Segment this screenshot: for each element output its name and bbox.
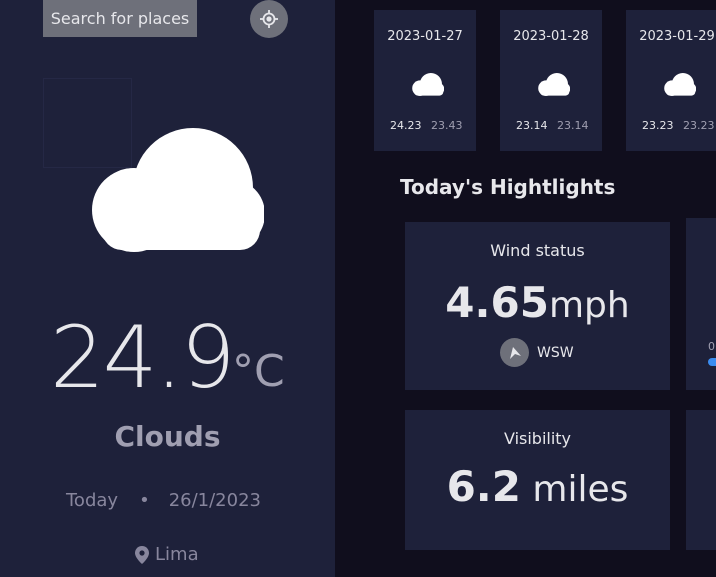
wind-status-card: Wind status 4.65mph WSW bbox=[405, 222, 670, 390]
wind-value-row: 4.65mph bbox=[405, 278, 670, 327]
cloud-icon bbox=[92, 128, 264, 252]
forecast-min: 23.43 bbox=[431, 119, 463, 132]
visibility-label: Visibility bbox=[503, 429, 572, 448]
forecast-date: 2023-01-28 bbox=[513, 29, 589, 44]
wind-direction-circle bbox=[500, 338, 529, 367]
location: Lima bbox=[135, 544, 199, 565]
cloud-icon bbox=[664, 73, 696, 96]
current-date: 26/1/2023 bbox=[168, 490, 261, 511]
temperature-unit: °C bbox=[232, 346, 285, 397]
search-places-button[interactable]: Search for places bbox=[43, 0, 197, 37]
visibility-unit: miles bbox=[520, 469, 629, 510]
location-pin-icon bbox=[135, 545, 149, 564]
cloud-icon bbox=[538, 73, 570, 96]
sidebar: Search for places 24.9 °C Clouds Today •… bbox=[0, 0, 335, 577]
humidity-scale-start: 0 bbox=[708, 340, 715, 353]
navigation-arrow-icon bbox=[509, 346, 521, 359]
highlights-title: Today's Hightlights bbox=[400, 175, 616, 199]
visibility-value-row: 6.2 miles bbox=[405, 462, 670, 511]
temperature-value: 24.9 bbox=[50, 308, 235, 408]
cloud-icon bbox=[412, 73, 444, 96]
locate-me-button[interactable] bbox=[250, 0, 288, 38]
date-prefix: Today bbox=[66, 490, 119, 511]
forecast-min: 23.23 bbox=[683, 119, 715, 132]
forecast-max: 23.14 bbox=[516, 119, 548, 132]
humidity-progress-bar bbox=[708, 358, 716, 366]
wind-direction-label: WSW bbox=[537, 344, 574, 361]
forecast-card: 2023-01-28 23.14 23.14 bbox=[500, 10, 602, 151]
forecast-date: 2023-01-27 bbox=[387, 29, 463, 44]
visibility-value: 6.2 bbox=[446, 462, 521, 511]
forecast-max: 23.23 bbox=[642, 119, 674, 132]
wind-unit: mph bbox=[548, 285, 630, 326]
air-pressure-card bbox=[686, 410, 716, 550]
wind-label: Wind status bbox=[490, 241, 585, 260]
forecast-min: 23.14 bbox=[557, 119, 589, 132]
location-target-icon bbox=[260, 10, 278, 28]
forecast-card: 2023-01-29 23.23 23.23 bbox=[626, 10, 716, 151]
wind-direction: WSW bbox=[500, 338, 574, 367]
forecast-max: 24.23 bbox=[390, 119, 422, 132]
visibility-card: Visibility 6.2 miles bbox=[405, 410, 670, 550]
date-row: Today • 26/1/2023 bbox=[66, 490, 261, 511]
location-name: Lima bbox=[155, 544, 199, 565]
weather-condition: Clouds bbox=[114, 420, 221, 453]
date-separator: • bbox=[139, 490, 150, 511]
forecast-date: 2023-01-29 bbox=[639, 29, 715, 44]
current-temperature: 24.9 °C bbox=[50, 308, 290, 408]
forecast-card: 2023-01-27 24.23 23.43 bbox=[374, 10, 476, 151]
wind-value: 4.65 bbox=[445, 278, 549, 327]
